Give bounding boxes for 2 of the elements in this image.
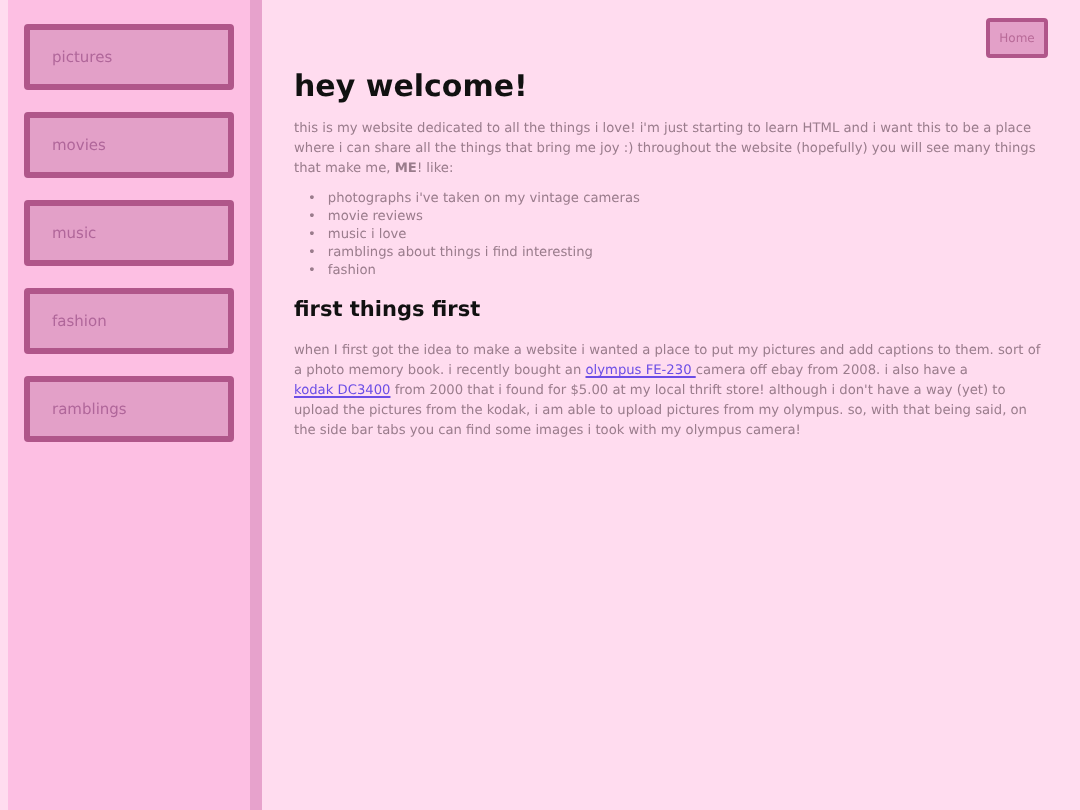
- heading: hey welcome!: [294, 66, 530, 106]
- subheading: first things first: [294, 296, 483, 324]
